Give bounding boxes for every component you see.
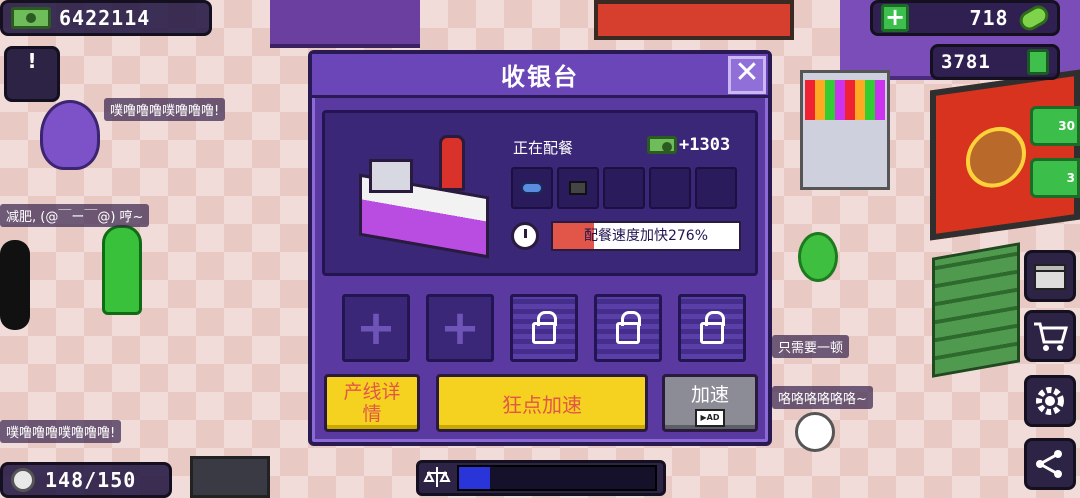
- customer-shadow: [0, 240, 30, 330]
- ad-speedup-button[interactable]: 加速 ▶AD: [662, 374, 758, 432]
- timer-icon: [511, 222, 539, 250]
- cash-icon: [647, 136, 677, 154]
- money-value: 6422114: [59, 6, 151, 30]
- lock-icon: [532, 311, 557, 344]
- cashier-counter-illustration: [349, 135, 489, 259]
- chat-bubble: 只需要一顿: [772, 335, 850, 358]
- tap-speedup-button[interactable]: 狂点加速: [436, 374, 648, 432]
- income-display: +1303: [647, 135, 730, 155]
- close-icon[interactable]: ✕: [728, 56, 766, 94]
- modal-title: 收银台: [501, 63, 579, 91]
- scale-icon: [423, 467, 451, 487]
- side-tab-1-label: 30: [1058, 119, 1075, 133]
- alert-mark: !: [27, 49, 37, 73]
- share-button[interactable]: [1024, 438, 1076, 490]
- visitor-counter: 148/150: [0, 462, 172, 498]
- side-tab-2-label: 3: [1066, 171, 1075, 185]
- background-plant: [798, 232, 838, 282]
- staff-slot-5[interactable]: [695, 167, 737, 209]
- secondary-cash-value: 3781: [941, 51, 991, 73]
- settings-button[interactable]: [1024, 375, 1076, 427]
- gem-counter: + 718: [870, 0, 1060, 36]
- bottom-progress-bar: [457, 465, 657, 491]
- secondary-cash-counter: 3781: [930, 44, 1060, 80]
- background-wall: [270, 0, 420, 48]
- station-panel: 正在配餐 +1303 配餐速度加快276%: [322, 110, 758, 276]
- cashier-worker: [439, 135, 465, 191]
- cash-icon: [11, 7, 51, 29]
- money-stack[interactable]: [932, 242, 1020, 378]
- cart-icon: [1034, 322, 1068, 351]
- money-counter: 6422114: [0, 0, 212, 36]
- side-tab-2[interactable]: 3: [1030, 158, 1080, 198]
- staff-slot-1[interactable]: [511, 167, 553, 209]
- cashier-modal: 收银台 ✕ 正在配餐 +1303 配餐速度加快276% + + 产线详情 狂点加…: [308, 50, 772, 446]
- speed-bar-text: 配餐速度加快276%: [583, 228, 709, 244]
- income-value: +1303: [679, 135, 731, 155]
- chat-bubble: 咯咯咯咯咯咯~: [772, 386, 873, 409]
- burger-image: [966, 123, 1026, 192]
- staff-slot-4[interactable]: [649, 167, 691, 209]
- lock-icon: [616, 311, 641, 344]
- cash-can-icon: [1027, 49, 1049, 75]
- chat-bubble: 减肥, (@￣ー￣@) 哼~: [0, 204, 150, 227]
- line-details-label: 产线详情: [343, 381, 401, 425]
- line-details-button[interactable]: 产线详情: [324, 374, 420, 432]
- chat-bubble: 噗噜噜噜噗噜噜噜!: [104, 98, 226, 121]
- staff-slots: [511, 167, 737, 209]
- plus-icon[interactable]: +: [881, 4, 909, 32]
- plus-icon: +: [439, 300, 481, 356]
- background-drink-rack: [805, 80, 885, 120]
- plus-icon: +: [355, 300, 397, 356]
- upgrade-slot-add-2[interactable]: +: [426, 294, 494, 362]
- ad-icon: ▶AD: [695, 408, 725, 427]
- upgrade-slot-locked-2[interactable]: [594, 294, 662, 362]
- share-icon: [1036, 450, 1062, 478]
- upgrade-slot-locked-3[interactable]: [678, 294, 746, 362]
- tap-speedup-label: 狂点加速: [502, 392, 582, 417]
- customer-purple-blob: [40, 100, 100, 170]
- alert-avatar-button[interactable]: !: [4, 46, 60, 102]
- gem-value: 718: [969, 6, 1009, 30]
- modal-header: 收银台 ✕: [312, 54, 768, 98]
- gem-icon: [1016, 1, 1052, 35]
- background-burger-billboard: [930, 69, 1080, 241]
- customer-green: [102, 225, 142, 315]
- speed-bar: 配餐速度加快276%: [551, 221, 741, 251]
- bottom-progress-fill: [459, 467, 491, 489]
- customer-chicken: [795, 412, 835, 452]
- lock-icon: [700, 311, 725, 344]
- upgrade-slots: + +: [342, 294, 746, 362]
- staff-slot-3[interactable]: [603, 167, 645, 209]
- upgrade-slot-add-1[interactable]: +: [342, 294, 410, 362]
- staffing-label: 正在配餐: [513, 139, 574, 157]
- gift-button[interactable]: [1024, 250, 1076, 302]
- staff-item-icon: [521, 182, 543, 194]
- visitor-value: 148/150: [45, 468, 137, 492]
- shop-button[interactable]: [1024, 310, 1076, 362]
- person-icon: [11, 468, 35, 492]
- staff-slot-2[interactable]: [557, 167, 599, 209]
- bottom-progress: [416, 460, 666, 496]
- side-tab-1[interactable]: 30: [1030, 106, 1080, 146]
- upgrade-slot-locked-1[interactable]: [510, 294, 578, 362]
- background-cabinet: [190, 456, 270, 498]
- speed-row: 配餐速度加快276%: [511, 221, 741, 251]
- ad-speedup-label: 加速: [690, 383, 729, 406]
- staff-item-icon: [569, 181, 587, 195]
- background-billboard: [594, 0, 794, 40]
- gear-icon: [1036, 387, 1064, 415]
- gift-icon: [1034, 264, 1066, 290]
- cash-register: [369, 159, 413, 193]
- chat-bubble: 噗噜噜噜噗噜噜噜!: [0, 420, 122, 443]
